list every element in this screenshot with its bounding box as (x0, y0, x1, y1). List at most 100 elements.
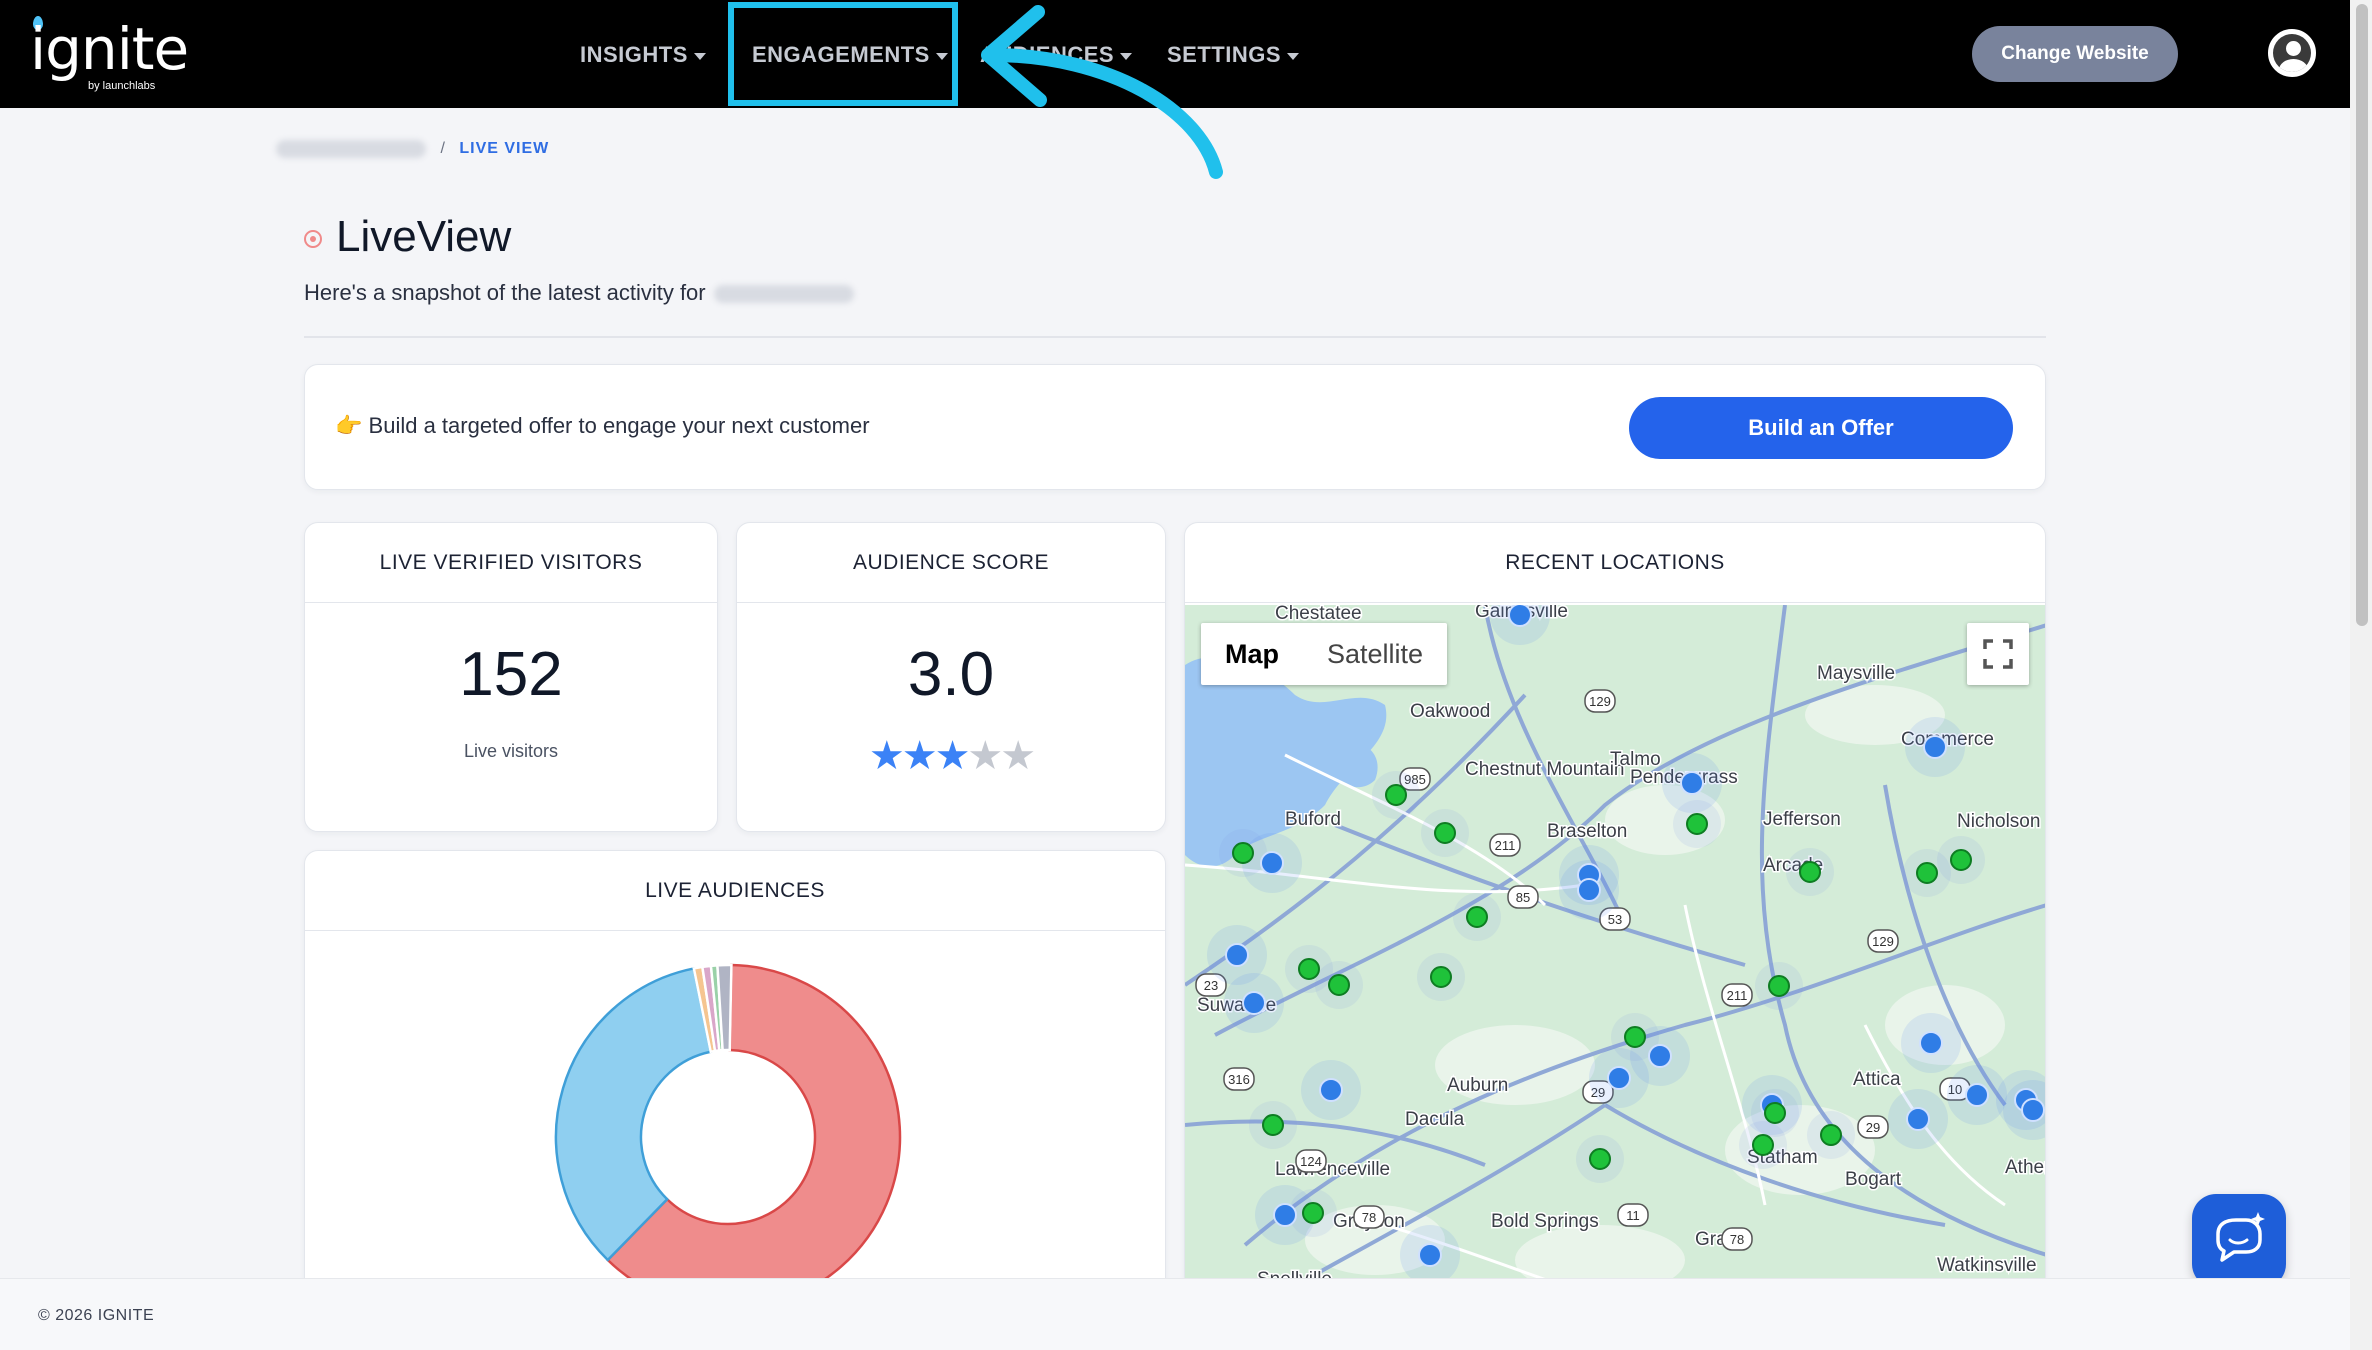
route-shield-label: 211 (1495, 838, 1516, 853)
recent-locations-card: RECENT LOCATIONS ChestateeGainesvilleOak… (1184, 522, 2046, 1330)
route-shield-label: 23 (1204, 978, 1218, 993)
visitor-marker-green (1466, 906, 1488, 928)
page-footer: © 2026 IGNITE (0, 1278, 2350, 1350)
live-audiences-card: LIVE AUDIENCES (304, 850, 1166, 1330)
annotation-arrow-icon (981, 5, 1223, 179)
visitor-marker-blue (1923, 735, 1947, 759)
fullscreen-button[interactable] (1967, 623, 2029, 685)
visitor-marker-green (1799, 861, 1821, 883)
visitor-marker-blue (1607, 1066, 1631, 1090)
score-value: 3.0 (907, 640, 995, 709)
star-filled-icon: ★ (868, 734, 905, 778)
visitor-marker-blue (1577, 878, 1601, 902)
caret-down-icon (1287, 52, 1300, 60)
map-place-label: Watkinsville (1937, 1255, 2037, 1276)
satellite-view-button[interactable]: Satellite (1303, 623, 1447, 685)
footer-copyright: © 2026 IGNITE (38, 1307, 155, 1324)
visitor-marker-blue (1225, 943, 1249, 967)
breadcrumb-separator: / (440, 140, 445, 157)
route-shield-label: 78 (1362, 1210, 1376, 1225)
map-place-label: Buford (1285, 809, 1341, 830)
route-shield-label: 129 (1589, 694, 1611, 709)
map-place-label: Maysville (1817, 663, 1895, 684)
visitor-marker-green (1589, 1148, 1611, 1170)
visitor-marker-green (1262, 1114, 1284, 1136)
visitor-marker-green (1302, 1202, 1324, 1224)
visitor-marker-green (1752, 1134, 1774, 1156)
breadcrumb-redacted-site[interactable] (276, 140, 426, 158)
visitor-marker-green (1916, 862, 1938, 884)
map-place-label: Dacula (1405, 1109, 1465, 1130)
visitor-marker-green (1686, 813, 1708, 835)
audience-donut-chart[interactable] (548, 951, 908, 1330)
route-shield-label: 124 (1300, 1154, 1322, 1169)
fullscreen-icon (1983, 639, 2013, 669)
visitor-marker-blue (1508, 605, 1532, 627)
route-shield-label: 85 (1516, 890, 1530, 905)
map-place-label: Jefferson (1763, 809, 1841, 830)
visitor-marker-blue (1680, 771, 1704, 795)
route-shield-label: 211 (1727, 988, 1748, 1003)
page-subtitle: Here's a snapshot of the latest activity… (304, 280, 854, 306)
map-place-label: Auburn (1447, 1075, 1508, 1096)
locations-map[interactable]: ChestateeGainesvilleOakwoodMaysvilleChes… (1185, 605, 2046, 1330)
build-offer-button[interactable]: Build an Offer (1629, 397, 2013, 459)
visitor-marker-blue (1242, 991, 1266, 1015)
offer-prompt: 👉 Build a targeted offer to engage your … (335, 413, 870, 439)
star-empty-icon: ★ (967, 734, 1003, 778)
route-shield-label: 53 (1608, 912, 1622, 927)
ignite-logo[interactable]: ignite by launchlabs (30, 12, 200, 96)
map-place-label: Chestatee (1275, 605, 1362, 624)
visitor-marker-blue (1319, 1078, 1343, 1102)
route-shield-label: 29 (1866, 1120, 1880, 1135)
map-view-button[interactable]: Map (1201, 623, 1303, 685)
visitor-marker-green (1430, 966, 1452, 988)
map-place-label: Oakwood (1410, 701, 1490, 722)
nav-insights-label: INSIGHTS (580, 42, 688, 67)
map-canvas[interactable]: ChestateeGainesvilleOakwoodMaysvilleChes… (1185, 605, 2046, 1330)
header-divider (304, 336, 2046, 338)
visitor-marker-green (1950, 849, 1972, 871)
visitor-marker-green (1764, 1102, 1786, 1124)
visitor-marker-blue (1965, 1083, 1989, 1107)
visitor-marker-green (1385, 784, 1407, 806)
route-shield-label: 11 (1626, 1208, 1640, 1223)
star-filled-icon: ★ (934, 734, 971, 778)
visitor-marker-green (1298, 958, 1320, 980)
map-place-label: Athens (2005, 1157, 2046, 1178)
logo-wordmark: ignite (30, 15, 189, 83)
star-rating: ★★★★★ (737, 733, 1165, 779)
visitor-marker-blue (1919, 1031, 1943, 1055)
visitor-marker-green (1820, 1124, 1842, 1146)
visitor-marker-green (1328, 974, 1350, 996)
visitor-marker-blue (1273, 1203, 1297, 1227)
pointing-hand-icon: 👉 (335, 413, 363, 438)
redacted-site-name (713, 285, 854, 304)
subtitle-text: Here's a snapshot of the latest activity… (304, 280, 706, 305)
map-place-label: Braselton (1547, 821, 1627, 842)
map-place-label: Chestnut Mountain (1465, 759, 1625, 780)
score-card-title: AUDIENCE SCORE (737, 523, 1165, 603)
breadcrumb: / LIVE VIEW (276, 140, 549, 164)
nav-insights[interactable]: INSIGHTS (580, 38, 706, 72)
visitors-card-title: LIVE VERIFIED VISITORS (305, 523, 717, 603)
scrollbar-thumb[interactable] (2356, 4, 2368, 626)
visitors-label: Live visitors (463, 741, 559, 761)
offer-card: 👉 Build a targeted offer to engage your … (304, 364, 2046, 490)
visitor-marker-blue (1418, 1243, 1442, 1267)
route-shield-label: 129 (1872, 934, 1894, 949)
visitors-count: 152 (459, 640, 563, 709)
visitor-marker-blue (1260, 851, 1284, 875)
star-filled-icon: ★ (901, 734, 938, 778)
user-avatar[interactable] (2268, 29, 2316, 77)
caret-down-icon (693, 52, 706, 60)
locations-card-title: RECENT LOCATIONS (1185, 523, 2045, 603)
highlight-box (728, 2, 958, 106)
map-place-label: Lawrenceville (1275, 1159, 1390, 1180)
live-indicator-icon (304, 230, 322, 248)
map-type-toggle: Map Satellite (1201, 623, 1448, 685)
chat-support-button[interactable] (2192, 1194, 2286, 1288)
change-website-button[interactable]: Change Website (1972, 26, 2178, 82)
route-shield-label: 78 (1730, 1232, 1744, 1247)
visitor-marker-green (1624, 1026, 1646, 1048)
